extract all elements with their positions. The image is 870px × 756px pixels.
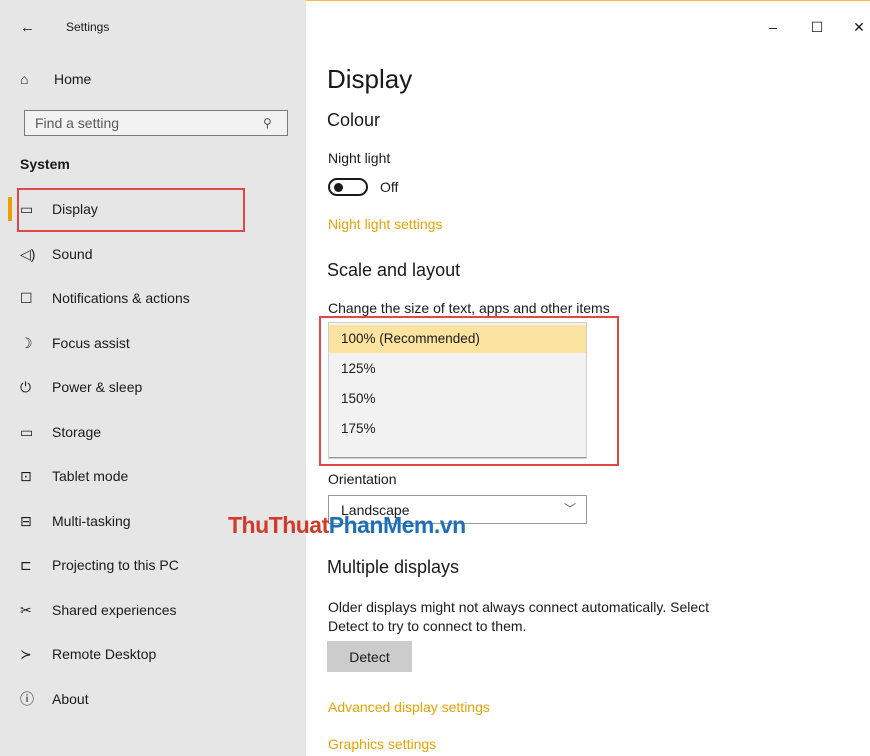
orientation-label: Orientation (328, 471, 397, 487)
maximize-button[interactable]: ☐ (802, 14, 832, 40)
sidebar-item-power-sleep[interactable]: ⏻ Power & sleep (20, 374, 142, 400)
sidebar-item-label: Home (54, 71, 92, 87)
advanced-display-settings-link[interactable]: Advanced display settings (328, 699, 490, 715)
multiple-displays-description-line1: Older displays might not always connect … (328, 599, 710, 615)
night-light-label: Night light (328, 150, 391, 166)
search-icon[interactable]: ⚲ (263, 116, 272, 130)
sidebar-item-multitasking[interactable]: ⊟ Multi-tasking (20, 508, 131, 534)
close-button[interactable]: ✕ (844, 14, 870, 40)
watermark-part1: ThuThuat (228, 512, 329, 538)
sidebar-item-shared-experiences[interactable]: ✂ Shared experiences (20, 597, 177, 623)
sidebar-item-projecting[interactable]: ⊏ Projecting to this PC (20, 552, 179, 578)
shared-icon: ✂ (20, 601, 32, 618)
home-icon: ⌂ (20, 71, 29, 87)
sidebar-item-label: Sound (52, 246, 93, 262)
night-light-settings-link[interactable]: Night light settings (328, 216, 442, 232)
sidebar-item-label: Tablet mode (52, 468, 129, 484)
sidebar-item-label: Multi-tasking (52, 513, 131, 529)
remote-desktop-icon: ≻ (20, 645, 32, 662)
change-size-label: Change the size of text, apps and other … (328, 300, 610, 316)
moon-icon: ☽ (20, 334, 33, 351)
sidebar-item-about[interactable]: ⓘ About (20, 686, 89, 712)
multiple-displays-heading: Multiple displays (327, 557, 460, 577)
minimize-button[interactable]: – (758, 14, 788, 40)
projector-icon: ⊏ (20, 556, 32, 573)
night-light-toggle[interactable] (328, 178, 368, 196)
sidebar-section-title: System (20, 156, 70, 172)
sidebar-item-label: Focus assist (52, 335, 130, 351)
sidebar-item-tablet-mode[interactable]: ⊡ Tablet mode (20, 463, 128, 489)
sidebar-item-notifications[interactable]: ☐ Notifications & actions (20, 285, 190, 311)
sidebar-item-label: Notifications & actions (52, 290, 190, 306)
back-arrow-icon[interactable]: ← (20, 18, 42, 38)
info-icon: ⓘ (20, 691, 34, 707)
multitasking-icon: ⊟ (20, 512, 32, 529)
sidebar-item-storage[interactable]: ▭ Storage (20, 419, 101, 445)
sidebar-item-label: Projecting to this PC (52, 557, 179, 573)
speaker-icon: ◁) (20, 245, 36, 262)
sidebar-item-home[interactable]: ⌂ Home (20, 66, 91, 92)
night-light-state: Off (380, 179, 399, 195)
search-input[interactable] (33, 114, 257, 132)
scale-heading: Scale and layout (327, 260, 461, 280)
detect-button[interactable]: Detect (327, 641, 412, 672)
window-title: Settings (66, 20, 110, 34)
annotation-highlight-display (17, 188, 245, 232)
sidebar-item-sound[interactable]: ◁) Sound (20, 241, 92, 267)
sidebar-item-focus-assist[interactable]: ☽ Focus assist (20, 330, 130, 356)
notification-icon: ☐ (20, 289, 33, 306)
sidebar-item-label: Shared experiences (52, 602, 177, 618)
sidebar-item-label: About (52, 691, 89, 707)
sidebar-item-label: Power & sleep (52, 379, 143, 395)
chevron-down-icon: ﹀ (563, 502, 576, 516)
storage-icon: ▭ (20, 423, 34, 440)
graphics-settings-link[interactable]: Graphics settings (328, 736, 436, 752)
watermark-part2: PhanMem.vn (328, 512, 466, 538)
annotation-highlight-scale (319, 316, 619, 466)
tablet-icon: ⊡ (20, 467, 32, 484)
colour-heading: Colour (327, 110, 381, 130)
sidebar-item-label: Storage (52, 424, 102, 440)
watermark: ThuThuatPhanMem.vn (228, 512, 466, 539)
sidebar-item-remote-desktop[interactable]: ≻ Remote Desktop (20, 641, 156, 667)
power-icon: ⏻ (20, 378, 32, 395)
page-title: Display (327, 64, 413, 94)
selected-indicator (8, 197, 12, 221)
toggle-knob (334, 183, 343, 192)
multiple-displays-description-line2: Detect to try to connect to them. (328, 618, 527, 634)
sidebar-item-label: Remote Desktop (52, 646, 157, 662)
search-box[interactable]: ⚲ (24, 110, 288, 136)
